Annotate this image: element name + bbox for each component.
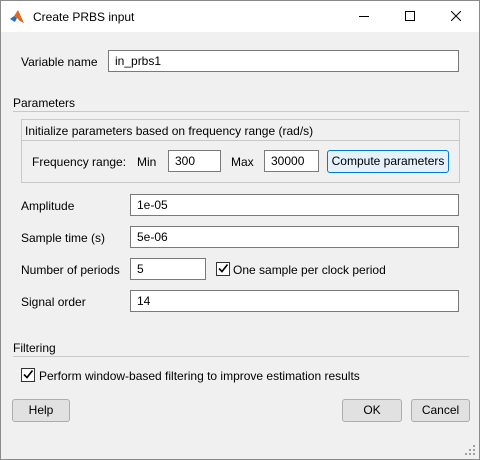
- amplitude-input[interactable]: 1e-05: [130, 194, 459, 216]
- number-of-periods-input[interactable]: 5: [130, 258, 206, 280]
- variable-name-input[interactable]: in_prbs1: [108, 50, 459, 72]
- sample-time-label: Sample time (s): [21, 231, 106, 245]
- help-button[interactable]: Help: [12, 399, 70, 422]
- minimize-button[interactable]: [341, 1, 387, 32]
- frequency-init-group-separator: [22, 140, 459, 141]
- window-title: Create PRBS input: [33, 10, 135, 24]
- compute-parameters-button[interactable]: Compute parameters: [327, 150, 449, 173]
- min-frequency-input[interactable]: 300: [168, 150, 221, 172]
- maximize-button[interactable]: [387, 1, 433, 32]
- max-label: Max: [231, 155, 254, 169]
- filtering-separator: [13, 356, 469, 357]
- min-label: Min: [137, 155, 157, 169]
- filtering-section-title: Filtering: [13, 341, 56, 355]
- parameters-section-title: Parameters: [13, 96, 76, 110]
- window-filtering-checkbox[interactable]: [21, 368, 35, 382]
- max-frequency-input[interactable]: 30000: [264, 150, 319, 172]
- one-sample-per-clock-checkbox[interactable]: [216, 262, 230, 276]
- amplitude-label: Amplitude: [21, 199, 75, 213]
- one-sample-per-clock-label[interactable]: One sample per clock period: [233, 263, 386, 277]
- signal-order-label: Signal order: [21, 295, 86, 309]
- close-icon: [450, 10, 462, 24]
- resize-grip-icon[interactable]: [463, 443, 477, 460]
- close-button[interactable]: [433, 1, 479, 32]
- ok-button[interactable]: OK: [342, 399, 402, 422]
- parameters-separator: [13, 111, 469, 112]
- checkmark-icon: [22, 368, 34, 383]
- number-of-periods-label: Number of periods: [21, 263, 120, 277]
- maximize-icon: [405, 10, 415, 24]
- title-bar: Create PRBS input: [1, 1, 479, 32]
- window-filtering-label[interactable]: Perform window-based filtering to improv…: [39, 369, 360, 383]
- frequency-range-label: Frequency range:: [32, 155, 127, 169]
- frequency-init-group-title: Initialize parameters based on frequency…: [25, 124, 314, 138]
- minimize-icon: [359, 10, 369, 24]
- signal-order-input[interactable]: 14: [130, 290, 459, 312]
- sample-time-input[interactable]: 5e-06: [130, 226, 459, 248]
- create-prbs-dialog: Create PRBS input Variable name in_prbs1…: [0, 0, 480, 460]
- checkmark-icon: [217, 262, 229, 277]
- cancel-button[interactable]: Cancel: [411, 399, 470, 422]
- variable-name-label: Variable name: [21, 55, 98, 69]
- matlab-logo-icon: [9, 9, 25, 25]
